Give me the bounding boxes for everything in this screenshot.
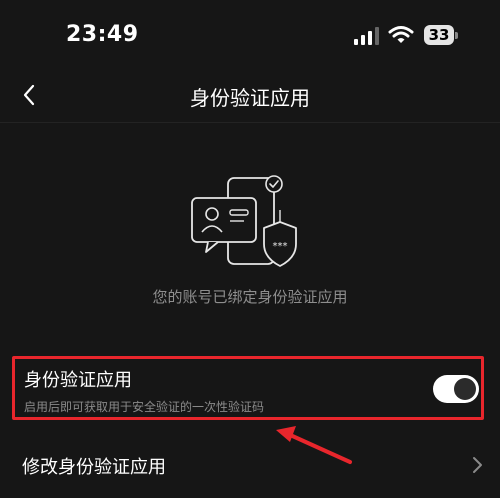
page-title: 身份验证应用 — [190, 86, 310, 110]
modify-authenticator-label: 修改身份验证应用 — [22, 457, 166, 478]
authenticator-toggle[interactable] — [433, 375, 479, 403]
bound-status-text: 您的账号已绑定身份验证应用 — [152, 288, 348, 306]
battery-icon: 33 — [424, 25, 458, 45]
setting-title: 身份验证应用 — [24, 370, 132, 391]
wifi-icon — [388, 26, 414, 43]
nav-bar: 身份验证应用 — [0, 70, 500, 123]
battery-level: 33 — [424, 25, 454, 45]
authenticator-illustration-icon: *** — [191, 175, 297, 267]
cellular-signal-icon — [354, 27, 379, 45]
status-bar: 23:49 33 — [0, 0, 500, 70]
svg-text:***: *** — [273, 241, 288, 252]
status-time: 23:49 — [66, 22, 139, 47]
toggle-knob — [454, 378, 476, 400]
authenticator-setting-row: 身份验证应用 启用后即可获取用于安全验证的一次性验证码 — [12, 356, 484, 420]
setting-description: 启用后即可获取用于安全验证的一次性验证码 — [24, 400, 265, 414]
modify-authenticator-row[interactable]: 修改身份验证应用 — [0, 440, 500, 490]
chevron-right-icon — [473, 457, 482, 473]
